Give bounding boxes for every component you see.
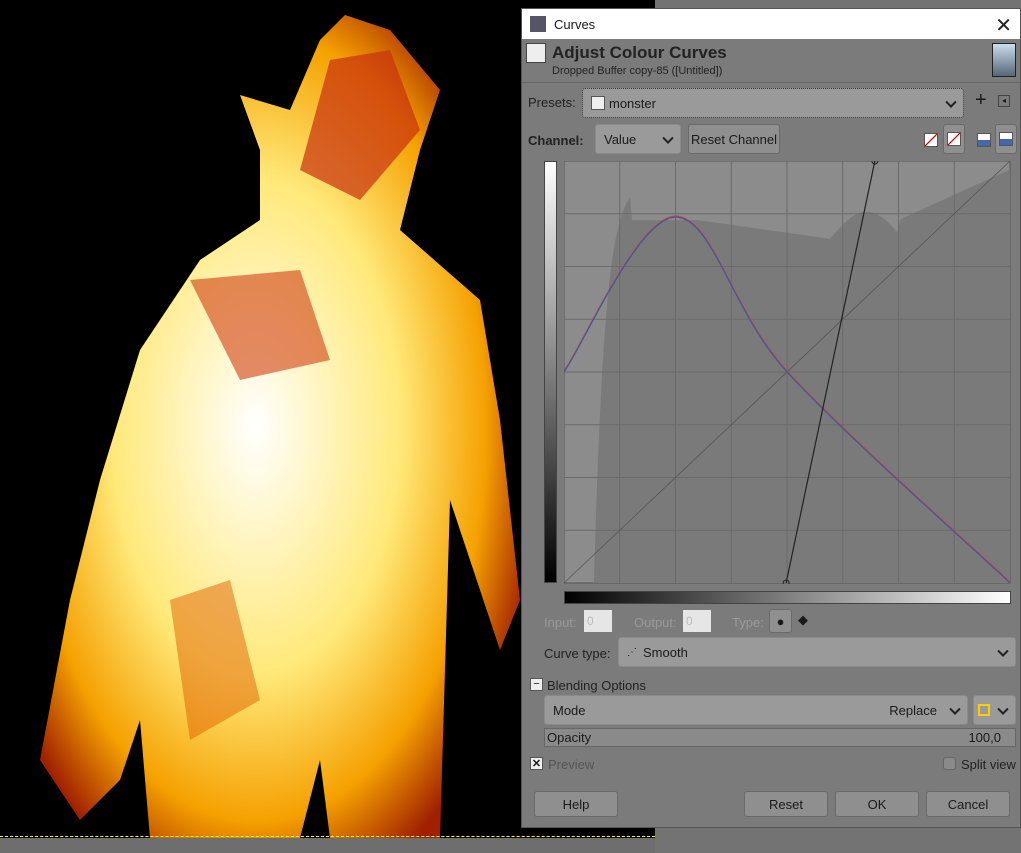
input-gradient-bar (564, 591, 1011, 604)
curve-graph[interactable] (564, 161, 1011, 584)
reset-channel-button[interactable]: Reset Channel (688, 124, 780, 154)
input-label: Input: (544, 615, 577, 630)
channel-label: Channel: (528, 133, 584, 148)
image-thumbnail (992, 43, 1016, 77)
mode-combo[interactable]: Mode Replace (544, 695, 968, 725)
preset-icon (591, 96, 605, 110)
mode-value: Replace (889, 702, 937, 718)
header-title: Adjust Colour Curves (552, 43, 727, 62)
layer-boundary (0, 836, 655, 837)
chevron-down-icon (945, 96, 957, 108)
dialog-header: Adjust Colour Curves Dropped Buffer copy… (522, 39, 1020, 83)
histogram-log-button[interactable] (995, 124, 1017, 154)
channel-value: Value (604, 131, 637, 147)
preview-checkbox[interactable]: ✕ (530, 757, 543, 770)
add-preset-icon[interactable]: + (975, 89, 987, 112)
chevron-down-icon (949, 703, 961, 715)
chevron-down-icon (997, 703, 1009, 715)
curve-icon (947, 132, 961, 146)
smooth-icon: ⋰ (627, 646, 637, 658)
split-view-checkbox[interactable] (943, 757, 956, 770)
header-subtitle: Dropped Buffer copy-85 ([Untitled]) (552, 65, 723, 77)
preset-menu-icon[interactable]: ◂ (998, 95, 1010, 107)
cancel-button[interactable]: Cancel (926, 791, 1010, 817)
dialog-title: Curves (554, 16, 596, 32)
curve-type-combo[interactable]: ⋰ Smooth (618, 637, 1016, 667)
corner-point-icon[interactable]: ◆ (798, 612, 808, 628)
composite-mode-combo[interactable] (973, 695, 1016, 725)
presets-combo[interactable]: monster (582, 88, 964, 118)
reset-button[interactable]: Reset (744, 791, 828, 817)
help-button[interactable]: Help (534, 791, 618, 817)
opacity-value: 100,0 (968, 730, 1001, 745)
channel-combo[interactable]: Value (595, 124, 681, 154)
composite-icon (978, 704, 990, 716)
linear-histogram-icon[interactable] (924, 133, 938, 147)
curves-dialog: Curves ✕ Adjust Colour Curves Dropped Bu… (521, 8, 1021, 828)
curves-tool-icon (526, 43, 546, 63)
output-label: Output: (634, 615, 677, 630)
presets-label: Presets: (528, 95, 576, 110)
blending-options-label[interactable]: Blending Options (547, 678, 646, 693)
preview-label: Preview (548, 757, 595, 772)
chevron-down-icon (662, 132, 674, 144)
histogram-icon (999, 132, 1013, 146)
log-histogram-button[interactable] (943, 124, 965, 154)
presets-value: monster (609, 95, 656, 111)
title-bar: Curves ✕ (522, 9, 1020, 39)
output-field[interactable]: 0 (683, 610, 711, 632)
curve-type-value: Smooth (643, 644, 688, 660)
output-gradient-bar (544, 161, 557, 583)
opacity-slider[interactable]: Opacity 100,0 (544, 728, 1016, 747)
chevron-down-icon (997, 645, 1009, 657)
gimp-icon (530, 16, 546, 32)
split-view-label: Split view (961, 757, 1016, 772)
mode-label: Mode (553, 702, 586, 718)
histogram-linear-icon[interactable] (977, 133, 991, 147)
opacity-label: Opacity (547, 730, 592, 745)
ok-button[interactable]: OK (835, 791, 919, 817)
collapse-icon[interactable]: − (530, 678, 543, 691)
smooth-point-button[interactable]: ● (769, 609, 792, 633)
curve-type-label: Curve type: (544, 646, 611, 661)
close-icon[interactable]: ✕ (995, 13, 1012, 38)
input-field[interactable]: 0 (584, 610, 612, 632)
type-label: Type: (732, 615, 764, 630)
